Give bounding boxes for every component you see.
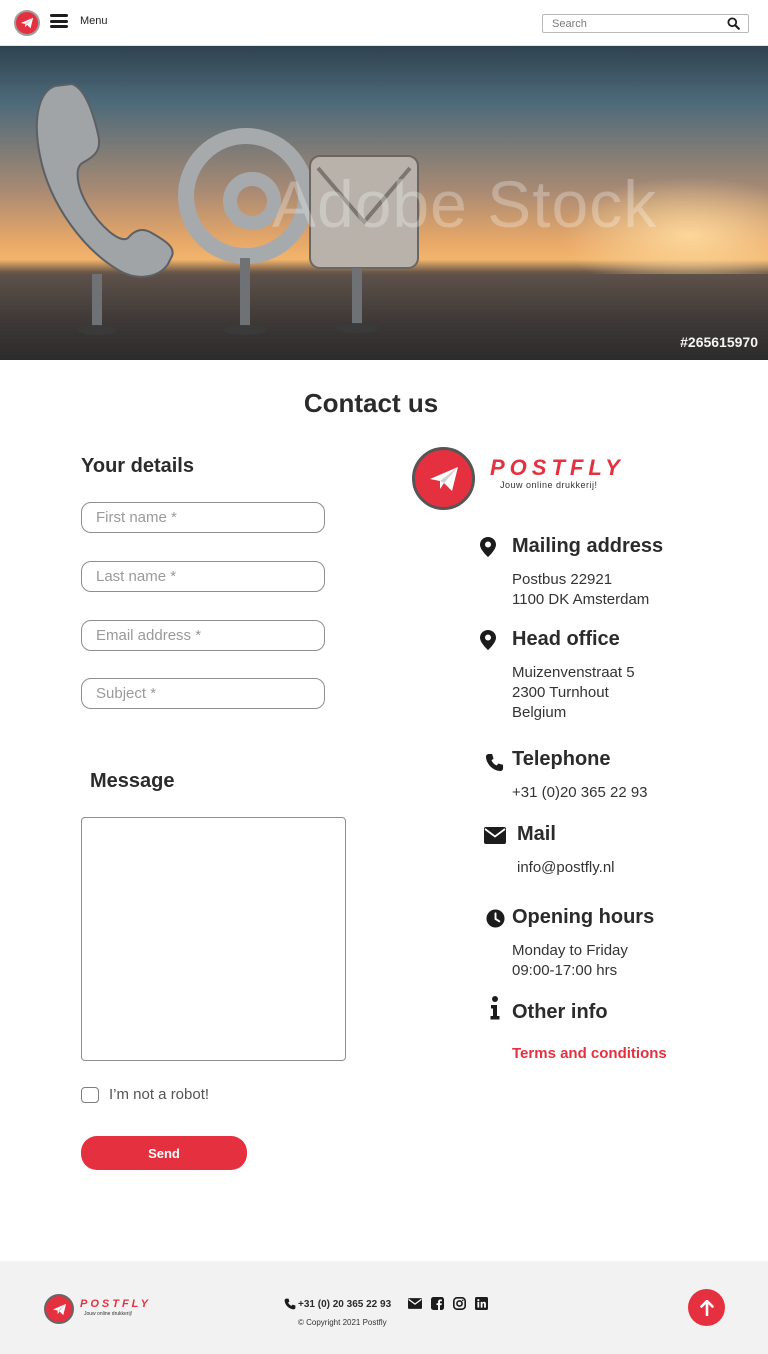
menu-label: Menu	[80, 15, 108, 27]
last-name-field	[81, 561, 325, 592]
footer-brand-tagline: Jouw online drukkerij!	[84, 1311, 133, 1317]
mailing-title: Mailing address	[512, 535, 664, 557]
brand-logo: POSTFLY Jouw online drukkerij!	[412, 447, 652, 511]
phone-icon	[483, 751, 505, 773]
mail-address[interactable]: info@postfly.nl	[517, 858, 615, 878]
hours-line-1: Monday to Friday	[512, 942, 628, 959]
subject-field	[81, 678, 325, 709]
footer-copyright: © Copyright 2021 Postfly	[298, 1318, 387, 1327]
send-button[interactable]: Send	[81, 1136, 247, 1170]
form-heading: Your details	[81, 455, 194, 477]
message-heading: Message	[90, 770, 175, 792]
brand-name: POSTFLY	[490, 455, 625, 480]
map-marker-icon	[477, 629, 499, 651]
subject-input[interactable]	[82, 679, 324, 708]
email-input[interactable]	[82, 621, 324, 650]
top-header: Menu	[0, 0, 768, 46]
menu-button[interactable]: Menu	[50, 14, 108, 28]
message-textarea[interactable]	[81, 817, 346, 1061]
search-bar	[542, 14, 749, 33]
terms-link[interactable]: Terms and conditions	[512, 1045, 667, 1062]
plane-icon	[429, 466, 458, 491]
hours-title: Opening hours	[512, 906, 655, 928]
mail-title: Mail	[517, 823, 556, 845]
site-logo[interactable]	[14, 10, 40, 36]
footer-phone-label: +31 (0) 20 365 22 93	[298, 1298, 392, 1310]
search-icon[interactable]	[727, 17, 740, 30]
envelope-icon	[484, 824, 506, 846]
info-icon	[484, 996, 506, 1020]
site-footer: POSTFLY Jouw online drukkerij! +31 (0) 2…	[0, 1261, 768, 1354]
mailing-line-2: 1100 DK Amsterdam	[512, 591, 650, 608]
search-input[interactable]	[543, 15, 723, 32]
phone-icon	[284, 1298, 296, 1310]
linkedin-icon[interactable]	[474, 1296, 488, 1310]
page-title: Contact us	[303, 388, 439, 418]
brand-emblem	[412, 447, 475, 510]
plane-icon	[20, 17, 34, 29]
plane-icon	[52, 1303, 66, 1315]
email-field	[81, 620, 325, 651]
first-name-field	[81, 502, 325, 533]
envelope-icon[interactable]	[408, 1296, 422, 1310]
head-office-line-1: Muizenvenstraat 5	[512, 664, 635, 681]
menu-icon	[50, 14, 68, 28]
footer-phone[interactable]: +31 (0) 20 365 22 93	[284, 1298, 391, 1310]
mailing-line-1: Postbus 22921	[512, 571, 613, 588]
facebook-icon[interactable]	[430, 1296, 444, 1310]
footer-brand-name: POSTFLY	[80, 1298, 151, 1310]
last-name-input[interactable]	[82, 562, 324, 591]
telephone-title: Telephone	[512, 748, 611, 770]
stock-watermark: Adobe Stock	[272, 167, 658, 241]
instagram-icon[interactable]	[452, 1296, 466, 1310]
captcha-label: I’m not a robot!	[109, 1086, 210, 1103]
head-office-line-2: 2300 Turnhout	[512, 684, 609, 701]
stock-id: #265615970	[680, 334, 758, 350]
map-marker-icon	[477, 536, 499, 558]
telephone-number[interactable]: +31 (0)20 365 22 93	[512, 783, 648, 803]
arrow-up-icon	[699, 1299, 714, 1316]
brand-tagline: Jouw online drukkerij!	[500, 480, 598, 490]
head-office-title: Head office	[512, 628, 620, 650]
hours-line-2: 09:00-17:00 hrs	[512, 962, 618, 979]
captcha-checkbox[interactable]	[81, 1086, 99, 1103]
clock-icon	[484, 907, 506, 929]
footer-emblem	[44, 1294, 74, 1324]
hero-image: Adobe Stock #265615970	[0, 46, 768, 360]
captcha-row: I’m not a robot!	[81, 1086, 209, 1103]
scroll-to-top-button[interactable]	[688, 1289, 725, 1326]
head-office-line-3: Belgium	[512, 704, 567, 721]
footer-logo[interactable]: POSTFLY Jouw online drukkerij!	[44, 1294, 156, 1324]
footer-social-links	[408, 1296, 488, 1310]
first-name-input[interactable]	[82, 503, 324, 532]
other-info-title: Other info	[512, 1001, 608, 1023]
